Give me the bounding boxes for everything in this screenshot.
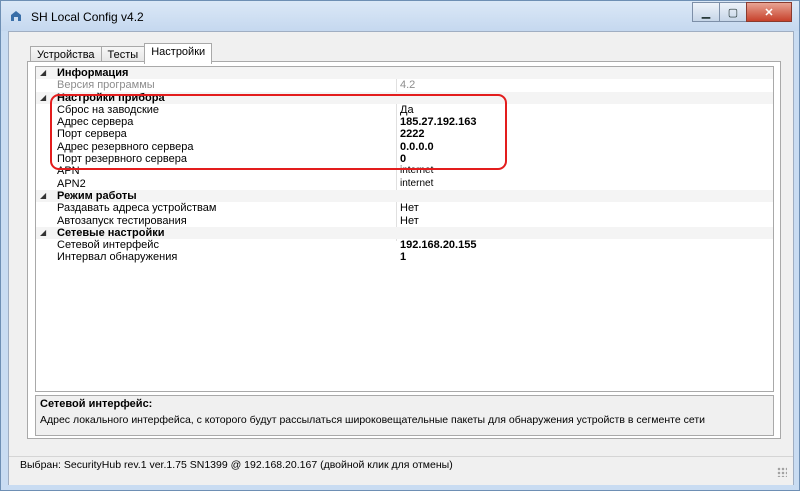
property-value[interactable]: Нет — [400, 215, 419, 227]
category-label: Режим работы — [57, 189, 137, 202]
property-grid[interactable]: ◢ Информация Версия программы 4.2 ◢ Наст… — [35, 66, 774, 392]
property-name: Сетевой интерфейс — [57, 239, 159, 252]
property-value[interactable]: 1 — [400, 251, 406, 263]
property-row[interactable]: Порт резервного сервера 0 — [36, 153, 773, 165]
property-value[interactable]: 0 — [400, 153, 406, 165]
help-title: Сетевой интерфейс: — [40, 398, 153, 410]
property-value[interactable]: Да — [400, 104, 414, 116]
property-row[interactable]: Автозапуск тестирования Нет — [36, 215, 773, 227]
property-name: Порт резервного сервера — [57, 153, 187, 166]
property-row[interactable]: Порт сервера 2222 — [36, 128, 773, 140]
status-text[interactable]: Выбран: SecurityHub rev.1 ver.1.75 SN139… — [20, 459, 453, 471]
property-value[interactable]: 0.0.0.0 — [400, 141, 434, 153]
status-bar: Выбран: SecurityHub rev.1 ver.1.75 SN139… — [9, 456, 793, 485]
tab-settings[interactable]: Настройки — [144, 43, 213, 64]
property-name: Сброс на заводские — [57, 103, 160, 116]
minimize-button[interactable]: ▁ — [692, 2, 720, 22]
property-value[interactable]: 2222 — [400, 128, 424, 140]
close-button[interactable]: ✕ — [746, 2, 792, 22]
maximize-button[interactable]: ▢ — [719, 2, 747, 22]
category-label: Настройки прибора — [57, 91, 165, 104]
property-name: Адрес сервера — [57, 116, 134, 129]
collapse-icon[interactable]: ◢ — [40, 227, 46, 239]
property-value[interactable]: internet — [400, 165, 433, 177]
category-info[interactable]: ◢ Информация — [36, 67, 773, 80]
property-row[interactable]: Интервал обнаружения 1 — [36, 251, 773, 263]
property-name: APN — [57, 165, 80, 178]
property-row[interactable]: Сетевой интерфейс 192.168.20.155 — [36, 239, 773, 251]
property-value[interactable]: internet — [400, 178, 433, 190]
property-value: 4.2 — [400, 79, 416, 92]
title-bar[interactable]: SH Local Config v4.2 ▁ ▢ ✕ — [1, 1, 799, 31]
property-name: APN2 — [57, 177, 86, 190]
property-row[interactable]: Адрес сервера 185.27.192.163 — [36, 116, 773, 128]
app-window: SH Local Config v4.2 ▁ ▢ ✕ Устройства Те… — [0, 0, 800, 491]
property-name: Адрес резервного сервера — [57, 140, 194, 153]
settings-tab-page: ◢ Информация Версия программы 4.2 ◢ Наст… — [27, 61, 781, 439]
property-row[interactable]: APN internet — [36, 165, 773, 177]
category-label: Сетевые настройки — [57, 226, 165, 239]
resize-grip-icon[interactable] — [777, 467, 787, 477]
property-row[interactable]: APN2 internet — [36, 178, 773, 190]
property-value[interactable]: 192.168.20.155 — [400, 239, 476, 251]
property-value[interactable]: Нет — [400, 202, 419, 214]
category-network[interactable]: ◢ Сетевые настройки — [36, 226, 773, 240]
collapse-icon[interactable]: ◢ — [40, 190, 46, 202]
property-value[interactable]: 185.27.192.163 — [400, 116, 476, 128]
property-name: Раздавать адреса устройствам — [57, 202, 217, 215]
category-mode[interactable]: ◢ Режим работы — [36, 189, 773, 203]
category-label: Информация — [57, 67, 129, 79]
app-icon — [11, 11, 21, 21]
property-name: Автозапуск тестирования — [57, 214, 187, 227]
property-row[interactable]: Раздавать адреса устройствам Нет — [36, 202, 773, 214]
property-row[interactable]: Версия программы 4.2 — [36, 79, 773, 91]
tab-strip: Устройства Тесты Настройки — [30, 43, 213, 64]
collapse-icon[interactable]: ◢ — [40, 67, 46, 79]
window-title: SH Local Config v4.2 — [31, 10, 144, 24]
help-description: Адрес локального интерфейса, с которого … — [40, 414, 705, 426]
property-row[interactable]: Сброс на заводские Да — [36, 104, 773, 116]
client-area: Устройства Тесты Настройки ◢ Информация … — [8, 31, 794, 485]
category-device[interactable]: ◢ Настройки прибора — [36, 91, 773, 104]
property-row[interactable]: Адрес резервного сервера 0.0.0.0 — [36, 141, 773, 153]
property-name: Интервал обнаружения — [57, 251, 178, 264]
help-panel: Сетевой интерфейс: Адрес локального инте… — [35, 395, 774, 436]
collapse-icon[interactable]: ◢ — [40, 92, 46, 104]
property-name: Порт сервера — [57, 128, 127, 141]
property-name: Версия программы — [57, 79, 155, 92]
window-controls: ▁ ▢ ✕ — [692, 2, 792, 22]
